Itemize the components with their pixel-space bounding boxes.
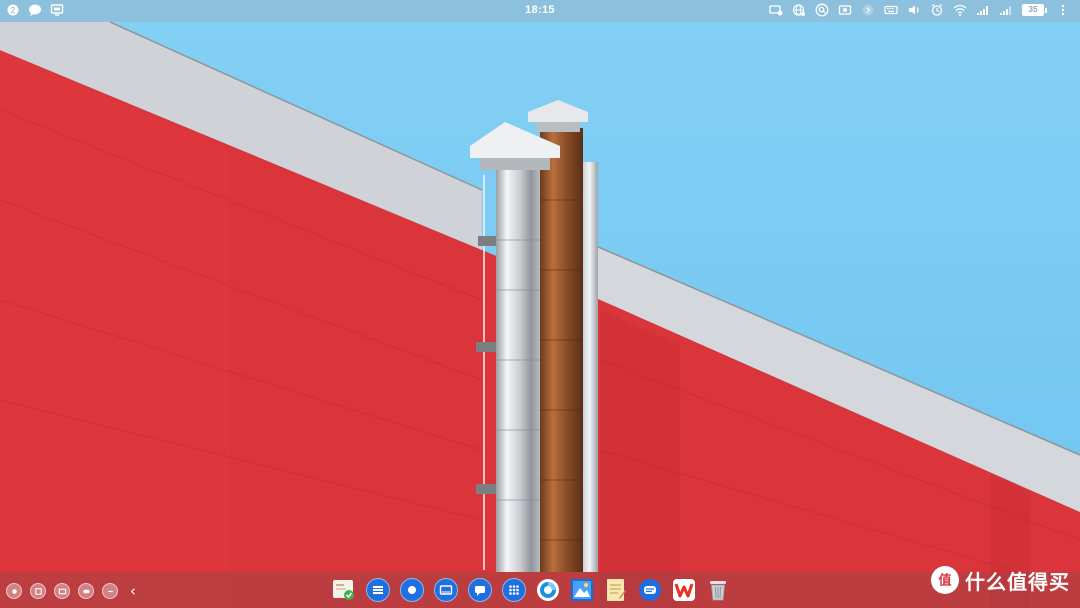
chat-app-icon[interactable] <box>468 578 492 602</box>
wps-office-icon[interactable] <box>672 578 696 602</box>
dock-apps <box>332 577 730 603</box>
screen-app-icon[interactable] <box>434 578 458 602</box>
photo-viewer-icon[interactable] <box>570 578 594 602</box>
desktop-wallpaper <box>0 0 1080 608</box>
collapse-icon[interactable] <box>126 584 140 598</box>
browser-icon[interactable] <box>536 578 560 602</box>
chevron-right-icon[interactable] <box>861 3 875 17</box>
watermark-text: 什么值得买 <box>965 571 1070 594</box>
search-circle-icon[interactable] <box>815 3 829 17</box>
messages-icon[interactable] <box>638 578 662 602</box>
dock <box>0 572 1080 608</box>
notepad-icon[interactable] <box>604 578 628 602</box>
back-icon[interactable] <box>102 583 118 599</box>
trash-icon[interactable] <box>706 578 730 602</box>
home-icon[interactable] <box>6 583 22 599</box>
globe-icon[interactable] <box>792 3 806 17</box>
site-watermark: 值 什么值得买 <box>931 566 1070 594</box>
battery-level: 35 <box>1022 4 1044 16</box>
apps-grid-icon[interactable] <box>502 578 526 602</box>
alarm-icon[interactable] <box>930 3 944 17</box>
window-icon[interactable] <box>54 583 70 599</box>
cast-icon[interactable] <box>769 3 783 17</box>
dot-app-icon[interactable] <box>400 578 424 602</box>
toggle-icon[interactable] <box>78 583 94 599</box>
battery-icon: 35 <box>1022 4 1047 16</box>
keyboard-icon[interactable] <box>884 3 898 17</box>
file-manager-icon[interactable] <box>332 578 356 602</box>
tasks-icon[interactable] <box>30 583 46 599</box>
svg-text:值: 值 <box>938 573 951 589</box>
status-bar: 2 18:15 35 <box>0 0 1080 22</box>
more-icon[interactable] <box>1056 3 1070 17</box>
signal-icon <box>999 3 1013 17</box>
dock-controls <box>6 583 140 599</box>
volume-icon[interactable] <box>907 3 921 17</box>
status-right-group: 35 <box>769 3 1070 17</box>
wifi-icon[interactable] <box>953 3 967 17</box>
signal-icon <box>976 3 990 17</box>
record-icon[interactable] <box>838 3 852 17</box>
grid-app-icon[interactable] <box>366 578 390 602</box>
watermark-logo: 值 <box>931 566 959 594</box>
